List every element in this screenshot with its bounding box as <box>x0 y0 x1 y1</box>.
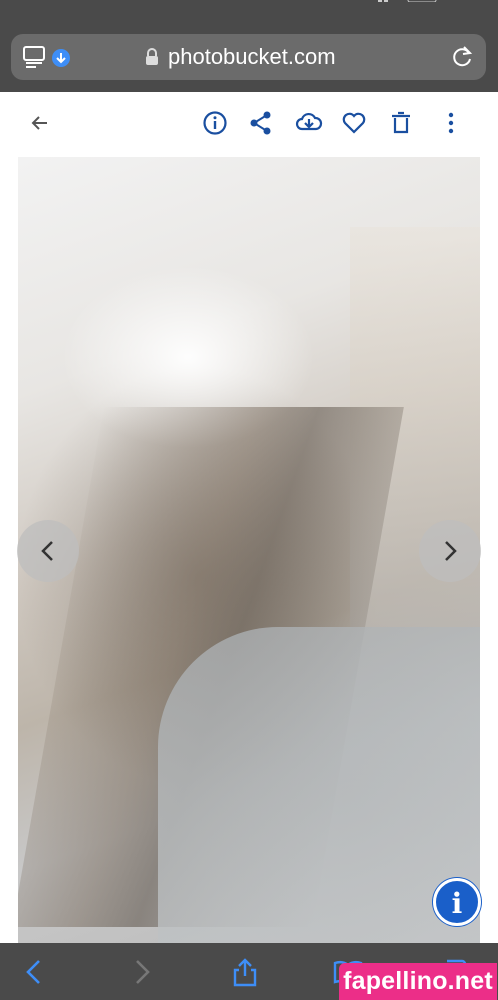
info-icon[interactable] <box>202 110 228 136</box>
photo-image <box>18 157 480 943</box>
chevron-right-icon <box>445 541 457 561</box>
share-up-icon[interactable] <box>230 957 260 987</box>
back-arrow-icon[interactable] <box>27 110 53 136</box>
browser-address-area: photobucket.com <box>0 14 498 92</box>
reload-icon[interactable] <box>450 45 474 69</box>
watermark: fapellino.net <box>339 963 497 1000</box>
info-badge-button[interactable]: i <box>433 878 481 926</box>
download-badge-icon <box>52 49 70 67</box>
safari-back-icon[interactable] <box>20 957 50 987</box>
next-photo-button[interactable] <box>419 520 481 582</box>
watermark-text: fapellino.net <box>343 967 493 995</box>
page-menu-icon[interactable] <box>23 46 45 68</box>
lock-icon <box>146 48 158 65</box>
share-icon[interactable] <box>248 110 274 136</box>
cloud-download-icon[interactable] <box>295 110 323 136</box>
chevron-left-icon <box>41 541 53 561</box>
previous-photo-button[interactable] <box>17 520 79 582</box>
info-badge-label: i <box>451 887 463 920</box>
url-domain[interactable]: photobucket.com <box>168 44 336 70</box>
signal-icon <box>378 0 437 2</box>
trash-icon[interactable] <box>388 110 414 136</box>
more-vert-icon[interactable] <box>438 110 464 136</box>
url-bar[interactable]: photobucket.com <box>11 34 486 80</box>
status-bar <box>0 0 498 14</box>
photo-toolbar <box>0 92 498 157</box>
photo-shirt <box>158 627 480 943</box>
heart-icon[interactable] <box>341 110 367 136</box>
safari-forward-icon[interactable] <box>126 957 156 987</box>
